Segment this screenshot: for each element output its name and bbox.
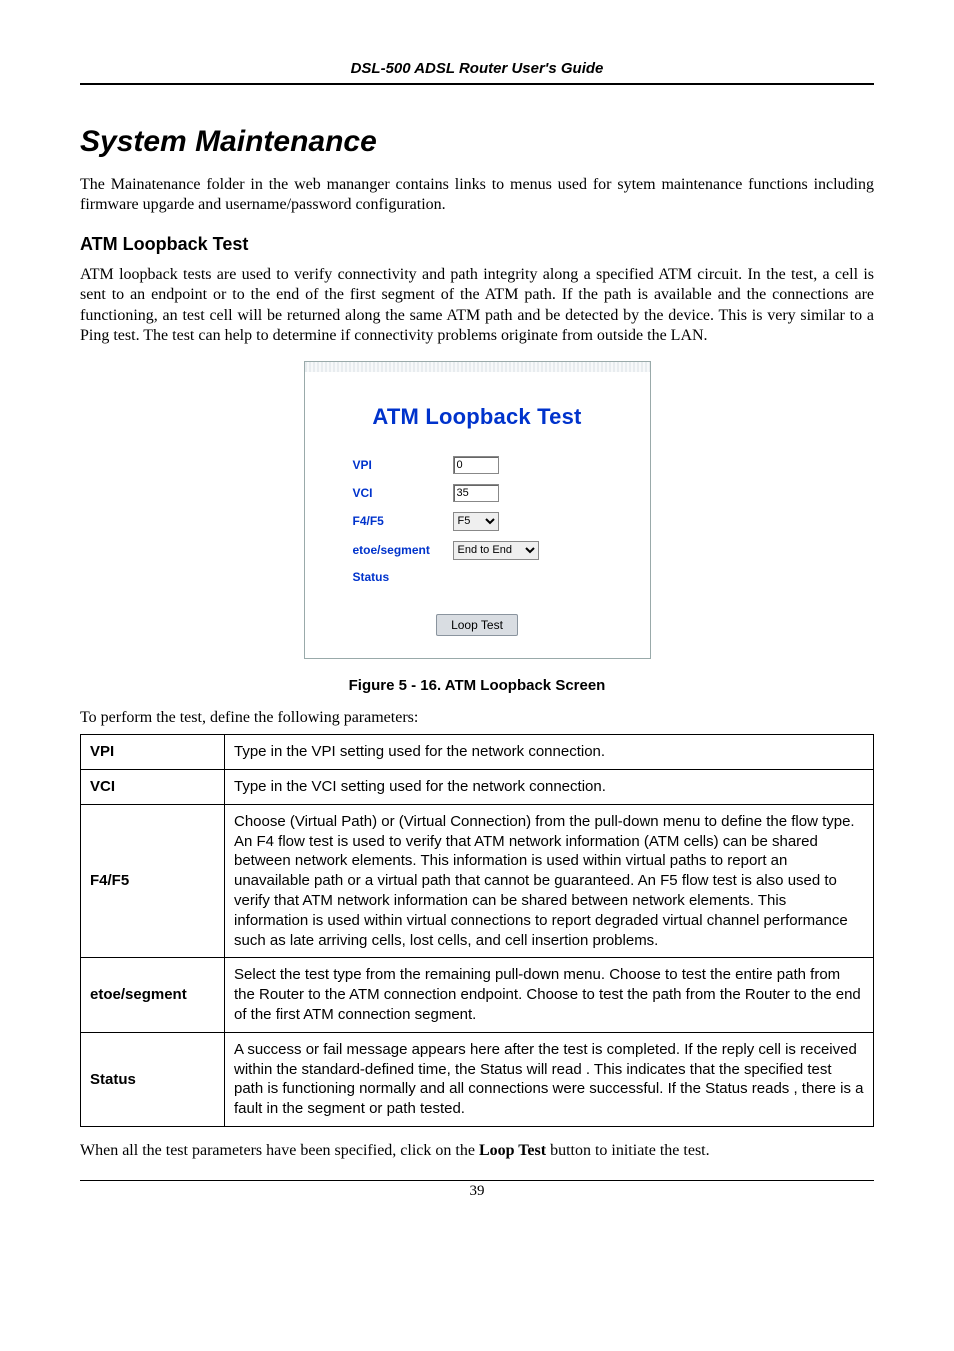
page-number: 39 [80,1183,874,1200]
post-table-text: When all the test parameters have been s… [80,1141,874,1161]
f4f5-key: F4/F5 [81,804,225,958]
status-row: Status [353,570,622,584]
running-header: DSL-500 ADSL Router User's Guide [80,60,874,83]
subsection-paragraph: ATM loopback tests are used to verify co… [80,265,874,347]
loop-test-button[interactable]: Loop Test [436,614,518,636]
vci-desc: Type in the VCI setting used for the net… [225,770,874,805]
pre-table-text: To perform the test, define the followin… [80,708,874,728]
post-table-bold: Loop Test [479,1142,546,1159]
panel-top-bar [305,362,650,372]
page-title: System Maintenance [80,125,874,159]
f4f5-select[interactable]: F5 [453,512,499,531]
post-table-post: button to initiate the test. [546,1142,710,1159]
etoe-key: etoe/segment [81,958,225,1032]
atm-loopback-panel: ATM Loopback Test VPI VCI F4/F5 F5 et [304,361,651,659]
status-desc: A success or fail message appears here a… [225,1032,874,1126]
vpi-label: VPI [353,458,453,472]
parameters-table: VPI Type in the VPI setting used for the… [80,734,874,1127]
page-footer: 39 [80,1180,874,1200]
etoe-label: etoe/segment [353,543,453,557]
vci-input[interactable] [453,484,499,502]
button-row: Loop Test [333,614,622,636]
vci-key: VCI [81,770,225,805]
figure-caption: Figure 5 - 16. ATM Loopback Screen [80,677,874,694]
footer-rule [80,1180,874,1181]
f4f5-row: F4/F5 F5 [353,512,622,531]
vpi-desc: Type in the VPI setting used for the net… [225,735,874,770]
etoe-row: etoe/segment End to End [353,541,622,560]
status-key: Status [81,1032,225,1126]
vpi-key: VPI [81,735,225,770]
table-row: F4/F5 Choose (Virtual Path) or (Virtual … [81,804,874,958]
atm-panel-container: ATM Loopback Test VPI VCI F4/F5 F5 et [80,361,874,659]
vci-row: VCI [353,484,622,502]
vpi-input[interactable] [453,456,499,474]
table-row: VCI Type in the VCI setting used for the… [81,770,874,805]
post-table-pre: When all the test parameters have been s… [80,1142,479,1159]
table-row: VPI Type in the VPI setting used for the… [81,735,874,770]
subsection-heading: ATM Loopback Test [80,234,874,255]
etoe-desc: Select the test type from the remaining … [225,958,874,1032]
etoe-select[interactable]: End to End [453,541,539,560]
f4f5-label: F4/F5 [353,514,453,528]
vpi-row: VPI [353,456,622,474]
panel-title: ATM Loopback Test [333,404,622,430]
table-row: etoe/segment Select the test type from t… [81,958,874,1032]
vci-label: VCI [353,486,453,500]
table-row: Status A success or fail message appears… [81,1032,874,1126]
status-label: Status [353,570,453,584]
intro-paragraph: The Mainatenance folder in the web manan… [80,175,874,216]
header-rule [80,83,874,85]
f4f5-desc: Choose (Virtual Path) or (Virtual Connec… [225,804,874,958]
